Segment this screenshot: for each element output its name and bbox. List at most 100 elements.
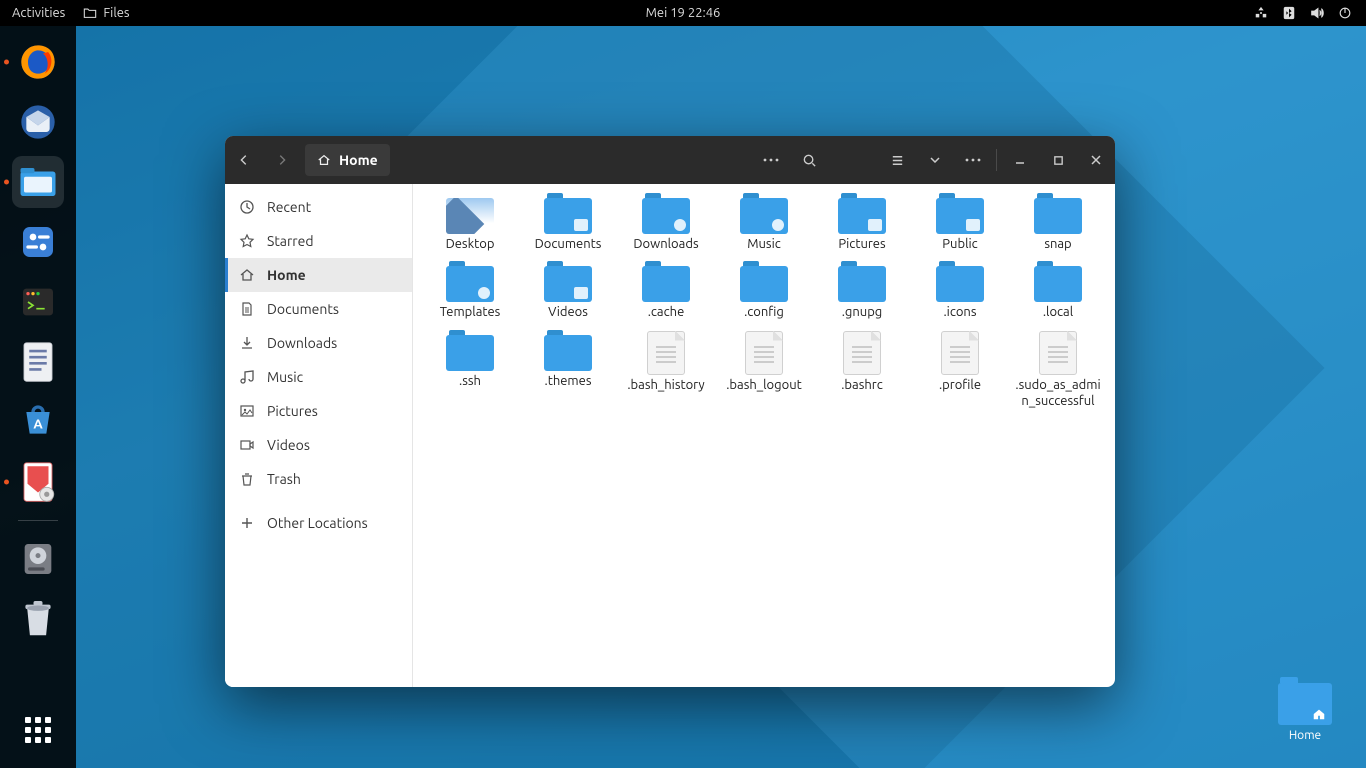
folder-icon (1034, 198, 1082, 234)
minimize-button[interactable] (1001, 136, 1039, 184)
hamburger-menu-button[interactable] (954, 136, 992, 184)
file-item[interactable]: .bash_logout (717, 329, 811, 414)
view-list-button[interactable] (878, 136, 916, 184)
folder-icon (740, 198, 788, 234)
folder-item[interactable]: Music (717, 192, 811, 256)
view-dropdown-button[interactable] (916, 136, 954, 184)
sidebar-item-label: Pictures (267, 403, 318, 419)
pathbar[interactable]: Home (305, 144, 390, 176)
sidebar-item-label: Other Locations (267, 515, 368, 531)
item-label: .bashrc (841, 377, 883, 393)
app-menu-label: Files (103, 6, 129, 20)
folder-item[interactable]: .config (717, 260, 811, 324)
dock-disks[interactable] (12, 533, 64, 585)
forward-button[interactable] (263, 136, 301, 184)
folder-item[interactable]: Documents (521, 192, 615, 256)
folder-item[interactable]: Downloads (619, 192, 713, 256)
folder-item[interactable]: .icons (913, 260, 1007, 324)
folder-icon (544, 266, 592, 302)
file-item[interactable]: .profile (913, 329, 1007, 414)
item-label: Music (747, 236, 781, 252)
close-button[interactable] (1077, 136, 1115, 184)
clock[interactable]: Mei 19 22:46 (646, 6, 721, 20)
item-label: .bash_history (627, 377, 704, 393)
folder-item[interactable]: .cache (619, 260, 713, 324)
dock: A (0, 26, 76, 768)
path-menu-button[interactable] (752, 136, 790, 184)
sidebar-item-home[interactable]: Home (225, 258, 412, 292)
maximize-button[interactable] (1039, 136, 1077, 184)
bluetooth-icon[interactable] (1282, 6, 1296, 20)
sidebar-item-videos[interactable]: Videos (225, 428, 412, 462)
sidebar-item-trash[interactable]: Trash (225, 462, 412, 496)
music-icon (239, 369, 255, 385)
item-label: Desktop (446, 236, 495, 252)
dock-software[interactable]: A (12, 396, 64, 448)
app-menu[interactable]: Files (83, 6, 129, 20)
video-icon (239, 437, 255, 453)
sidebar-item-downloads[interactable]: Downloads (225, 326, 412, 360)
sidebar-item-recent[interactable]: Recent (225, 190, 412, 224)
power-icon[interactable] (1338, 6, 1352, 20)
sidebar-item-label: Documents (267, 301, 339, 317)
dock-thunderbird[interactable] (12, 96, 64, 148)
folder-item[interactable]: Videos (521, 260, 615, 324)
item-label: Templates (440, 304, 501, 320)
back-button[interactable] (225, 136, 263, 184)
desktop-thumbnail-icon (446, 198, 494, 234)
sidebar-item-starred[interactable]: Starred (225, 224, 412, 258)
dock-trash[interactable] (12, 593, 64, 645)
home-icon (1312, 707, 1326, 721)
sidebar-item-label: Music (267, 369, 303, 385)
sidebar-item-other-locations[interactable]: Other Locations (225, 506, 412, 540)
search-button[interactable] (790, 136, 828, 184)
text-file-icon (647, 331, 685, 375)
sidebar-item-label: Downloads (267, 335, 337, 351)
sidebar-item-documents[interactable]: Documents (225, 292, 412, 326)
folder-item[interactable]: .gnupg (815, 260, 909, 324)
folder-item[interactable]: Public (913, 192, 1007, 256)
item-label: .icons (943, 304, 976, 320)
folder-icon (83, 6, 97, 20)
folder-item[interactable]: .local (1011, 260, 1105, 324)
item-label: .local (1043, 304, 1073, 320)
text-file-icon (745, 331, 783, 375)
folder-item[interactable]: .ssh (423, 329, 517, 414)
folder-item[interactable]: Pictures (815, 192, 909, 256)
file-item[interactable]: .bash_history (619, 329, 713, 414)
sidebar-item-pictures[interactable]: Pictures (225, 394, 412, 428)
titlebar: Home (225, 136, 1115, 184)
show-applications-button[interactable] (12, 704, 64, 756)
pathbar-label: Home (339, 152, 378, 168)
item-label: .themes (545, 373, 592, 389)
folder-item[interactable]: snap (1011, 192, 1105, 256)
folder-icon (446, 335, 494, 371)
home-icon (239, 267, 255, 283)
dock-terminal[interactable] (12, 276, 64, 328)
desktop-home-folder[interactable]: Home (1270, 683, 1340, 742)
volume-icon[interactable] (1310, 6, 1324, 20)
file-item[interactable]: .sudo_as_admin_successful (1011, 329, 1105, 414)
folder-item[interactable]: Desktop (423, 192, 517, 256)
dock-text-editor[interactable] (12, 336, 64, 388)
item-label: .profile (939, 377, 981, 393)
text-file-icon (1039, 331, 1077, 375)
dock-deja-dup[interactable] (12, 456, 64, 508)
content-area[interactable]: Desktop DocumentsDownloads Music Pictures Pu… (413, 184, 1115, 687)
item-label: Pictures (838, 236, 885, 252)
network-icon[interactable] (1254, 6, 1268, 20)
folder-item[interactable]: .themes (521, 329, 615, 414)
folder-icon (544, 335, 592, 371)
item-label: snap (1044, 236, 1071, 252)
folder-icon (740, 266, 788, 302)
dock-files[interactable] (12, 156, 64, 208)
sidebar-item-music[interactable]: Music (225, 360, 412, 394)
desktop-icon-label: Home (1270, 729, 1340, 742)
dock-firefox[interactable] (12, 36, 64, 88)
dock-settings[interactable] (12, 216, 64, 268)
sidebar-item-label: Home (267, 267, 306, 283)
folder-item[interactable]: Templates (423, 260, 517, 324)
file-item[interactable]: .bashrc (815, 329, 909, 414)
plus-icon (239, 515, 255, 531)
activities-button[interactable]: Activities (12, 6, 65, 20)
